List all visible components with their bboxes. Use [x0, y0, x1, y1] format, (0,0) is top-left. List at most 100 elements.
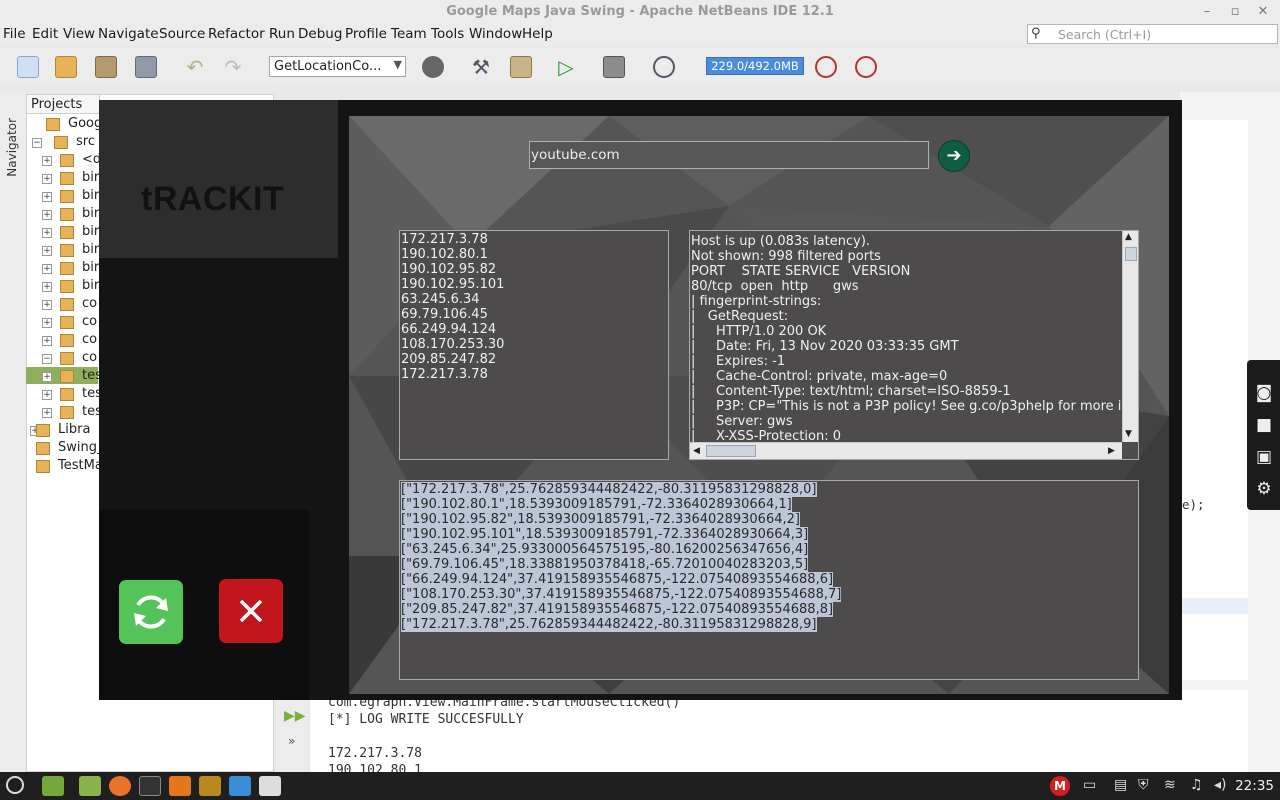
sublime-icon[interactable] — [199, 776, 221, 796]
expand-icon[interactable]: + — [42, 408, 52, 418]
geolocation-json-textarea[interactable]: ["172.217.3.78",25.762859344482422,-80.3… — [399, 480, 1139, 680]
nmap-vertical-scrollbar[interactable]: ▲ ▼ — [1122, 231, 1138, 442]
memory-indicator[interactable]: 229.0/492.0MB — [706, 57, 804, 75]
menu-refactor[interactable]: Refactor — [208, 26, 265, 42]
clean-build-icon[interactable] — [510, 56, 532, 78]
shield-icon[interactable]: ⛨ — [1138, 777, 1149, 793]
maximize-icon[interactable]: ▫ — [1226, 3, 1244, 21]
configuration-combo[interactable]: GetLocationCo... ▼ — [269, 56, 406, 77]
debug-icon[interactable] — [603, 56, 625, 78]
ip-list-item[interactable]: 190.102.95.82 — [401, 262, 496, 277]
ip-list-item[interactable]: 172.217.3.78 — [401, 367, 488, 382]
expand-icon[interactable]: + — [42, 264, 52, 274]
tab-projects[interactable]: Projects — [26, 94, 100, 114]
scroll-right-icon[interactable]: ▶ — [1108, 446, 1115, 456]
menu-edit[interactable]: Edit — [32, 26, 58, 42]
scroll-down-icon[interactable]: ▼ — [1125, 429, 1132, 439]
trace-go-button[interactable]: ➔ — [938, 140, 970, 172]
editor-pane[interactable] — [1180, 120, 1248, 680]
expand-icon[interactable]: + — [42, 372, 52, 382]
profile-memory-icon[interactable] — [855, 56, 877, 78]
ip-list-item[interactable]: 108.170.253.30 — [401, 337, 504, 352]
open-project-icon[interactable] — [95, 56, 117, 78]
menu-tools[interactable]: Tools — [431, 26, 464, 42]
mega-icon[interactable]: M — [1050, 776, 1070, 796]
expand-icon[interactable]: + — [42, 192, 52, 202]
undo-icon[interactable]: ↶ — [184, 56, 206, 78]
menu-window[interactable]: Window — [469, 26, 522, 42]
camera-icon[interactable]: ◙ — [1251, 380, 1277, 406]
clipboard-icon[interactable]: ▤ — [1114, 777, 1127, 793]
expand-icon[interactable]: + — [42, 174, 52, 184]
expand-icon[interactable]: + — [42, 156, 52, 166]
nmap-hscroll-thumb[interactable] — [706, 445, 756, 457]
gallery-icon[interactable]: ▣ — [1251, 444, 1277, 470]
ide-search-field[interactable]: ⚲ Search (Ctrl+I) — [1027, 24, 1278, 44]
run-icon[interactable]: ▷ — [555, 56, 577, 78]
ip-list-item[interactable]: 69.79.106.45 — [401, 307, 488, 322]
screen-record-icon[interactable]: ▭ — [1083, 777, 1096, 793]
nmap-output-textarea[interactable]: Host is up (0.083s latency). Not shown: 9… — [689, 230, 1139, 460]
ip-list-item[interactable]: 190.102.95.101 — [401, 277, 504, 292]
menu-navigate[interactable]: Navigate — [98, 26, 159, 42]
files-icon[interactable] — [79, 776, 101, 796]
save-all-icon[interactable] — [135, 56, 157, 78]
collapse-icon[interactable]: − — [32, 138, 42, 148]
gear-icon[interactable]: ⚙ — [1251, 476, 1277, 502]
ip-list-item[interactable]: 172.217.3.78 — [401, 232, 488, 247]
media-player-icon[interactable] — [169, 776, 191, 796]
expand-icon[interactable]: + — [42, 228, 52, 238]
close-window-icon[interactable]: ✕ — [1254, 3, 1272, 21]
expand-icon[interactable]: + — [42, 318, 52, 328]
refresh-button[interactable] — [119, 580, 183, 644]
new-file-icon[interactable] — [17, 56, 39, 78]
new-project-icon[interactable] — [55, 56, 77, 78]
menu-run[interactable]: Run — [269, 26, 295, 42]
build-hammer-icon[interactable]: ⚒ — [470, 56, 492, 78]
ip-list-item[interactable]: 63.245.6.34 — [401, 292, 480, 307]
ip-list-item[interactable]: 66.249.94.124 — [401, 322, 496, 337]
redo-icon[interactable]: ↷ — [222, 56, 244, 78]
volume-icon[interactable]: ◂) — [1214, 777, 1227, 793]
scroll-up-icon[interactable]: ▲ — [1125, 232, 1132, 242]
gc-icon[interactable] — [815, 56, 837, 78]
expand-icon[interactable]: + — [42, 210, 52, 220]
rerun-icon[interactable]: ▶▶ — [284, 708, 306, 724]
expand-icon[interactable]: + — [42, 246, 52, 256]
app-cube-icon[interactable] — [229, 776, 251, 796]
navigator-tab[interactable]: Navigator — [5, 118, 19, 177]
profile-icon[interactable] — [653, 56, 675, 78]
menu-view[interactable]: View — [63, 26, 95, 42]
wifi-icon[interactable]: ≋ — [1164, 777, 1176, 793]
desktop-icon[interactable] — [42, 776, 64, 796]
music-icon[interactable]: ♫ — [1190, 777, 1203, 793]
mint-menu-icon[interactable] — [6, 776, 24, 794]
ip-list-item[interactable]: 190.102.80.1 — [401, 247, 488, 262]
close-button[interactable] — [219, 579, 283, 643]
terminal-icon[interactable] — [139, 776, 161, 796]
traceroute-ip-list[interactable]: 172.217.3.78 190.102.80.1 190.102.95.82 190… — [399, 230, 669, 460]
globe-icon[interactable] — [422, 56, 444, 78]
menu-debug[interactable]: Debug — [298, 26, 342, 42]
expand-icon[interactable]: + — [42, 282, 52, 292]
menu-source[interactable]: Source — [159, 26, 205, 42]
menu-help[interactable]: Help — [522, 26, 553, 42]
firefox-icon[interactable] — [109, 776, 131, 796]
netbeans-task-icon[interactable] — [259, 776, 281, 796]
scroll-left-icon[interactable]: ◀ — [693, 446, 700, 456]
menu-profile[interactable]: Profile — [345, 26, 387, 42]
menu-file[interactable]: File — [3, 26, 26, 42]
more-icon[interactable]: » — [288, 734, 295, 748]
nmap-vscroll-thumb[interactable] — [1125, 247, 1137, 261]
nmap-horizontal-scrollbar[interactable]: ◀ ▶ — [690, 442, 1122, 459]
expand-icon[interactable]: + — [42, 336, 52, 346]
expand-icon[interactable]: + — [42, 300, 52, 310]
expand-icon[interactable]: + — [42, 390, 52, 400]
minimize-icon[interactable]: – — [1198, 3, 1216, 21]
collapse-icon[interactable]: − — [42, 354, 52, 364]
ip-list-item[interactable]: 209.85.247.82 — [401, 352, 496, 367]
menu-team[interactable]: Team — [391, 26, 427, 42]
output-console[interactable]: com.egraph.View.MainFrame.startMouseClic… — [310, 690, 1248, 778]
url-input[interactable] — [529, 141, 929, 169]
video-icon[interactable]: ■ — [1251, 412, 1277, 438]
